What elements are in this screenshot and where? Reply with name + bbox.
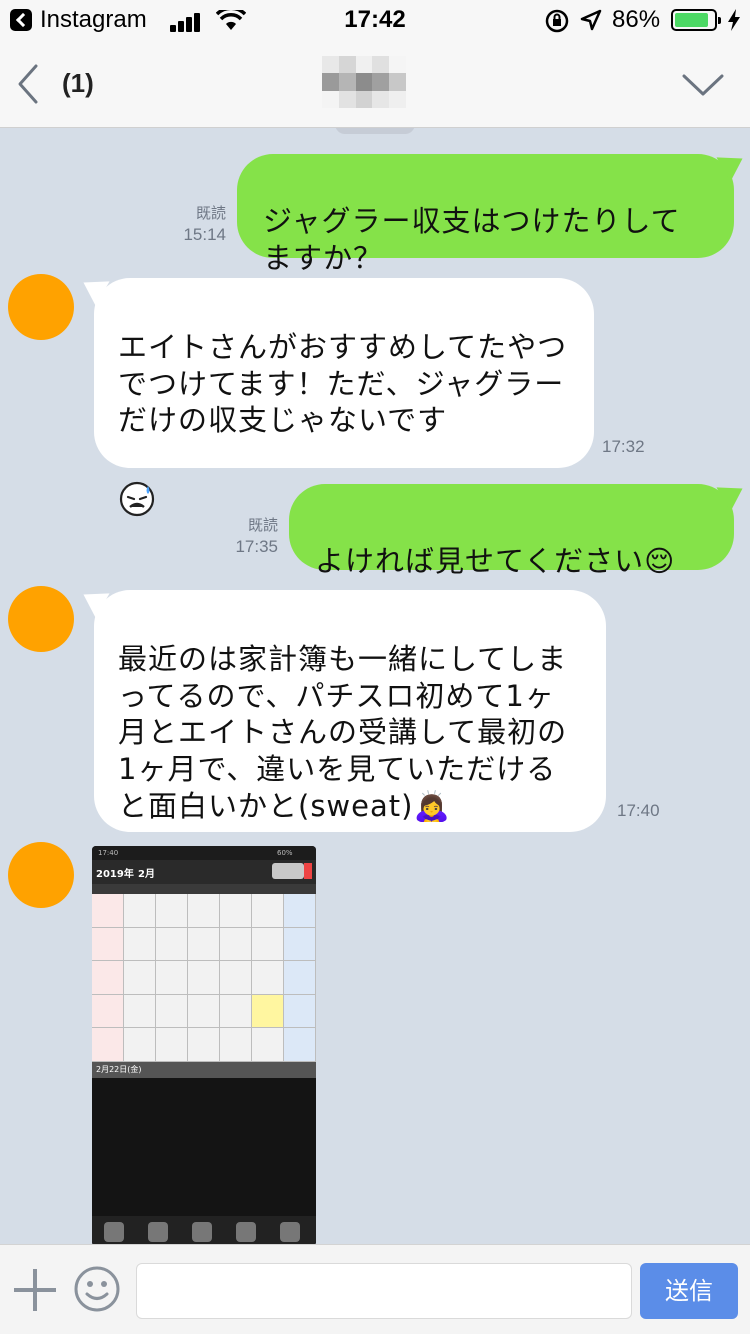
image-calendar-header: 2019年 2月	[92, 860, 316, 884]
unread-count[interactable]: (1)	[62, 68, 94, 99]
message-text: よければ見せてください😌	[315, 543, 676, 578]
image-year: 2019年	[96, 869, 134, 880]
previous-message-stub	[335, 128, 415, 134]
outgoing-message-bubble[interactable]: よければ見せてください😌	[289, 484, 734, 578]
message-text: 最近のは家計簿も一緒にしてしまってるので、パチスロ初めて1ヶ月とエイトさんの受講…	[118, 641, 568, 824]
contact-avatar[interactable]	[8, 586, 74, 652]
message-meta: 既読 15:14	[170, 204, 226, 246]
battery-percent: 86%	[612, 6, 661, 33]
send-button[interactable]: 送信	[640, 1263, 738, 1319]
contact-avatar[interactable]	[8, 274, 74, 340]
image-battery: 60%	[277, 849, 293, 857]
charging-bolt-icon	[728, 9, 740, 31]
orientation-lock-icon	[545, 9, 569, 33]
message-time: 17:40	[617, 801, 660, 820]
incoming-message-bubble[interactable]: 最近のは家計簿も一緒にしてしまってるので、パチスロ初めて1ヶ月とエイトさんの受講…	[94, 590, 606, 832]
message-meta: 既読 17:35	[222, 516, 278, 558]
back-chevron-icon[interactable]	[14, 62, 44, 106]
contact-avatar[interactable]	[8, 842, 74, 908]
image-header-marker	[304, 863, 312, 879]
message-time: 15:14	[183, 224, 226, 244]
location-arrow-icon	[580, 9, 602, 31]
read-receipt: 既読	[247, 517, 278, 534]
blurred-contact-name	[322, 56, 406, 108]
emoji-icon[interactable]	[73, 1265, 121, 1313]
message-input[interactable]	[136, 1263, 632, 1319]
status-bar: Instagram 17:42 86%	[0, 0, 750, 40]
message-time: 17:35	[235, 536, 278, 556]
image-header-button	[272, 863, 304, 879]
image-calendar-grid	[92, 884, 316, 1062]
image-status-time: 17:40	[98, 849, 119, 857]
plus-icon[interactable]	[14, 1269, 56, 1311]
image-status-bar: 17:40 60%	[92, 846, 316, 860]
image-message-screenshot[interactable]: 17:40 60% 2019年 2月 2月22日(金)	[92, 846, 316, 1244]
read-receipt: 既読	[195, 205, 226, 222]
image-bottom-dock	[92, 1216, 316, 1244]
image-selected-date-bar: 2月22日(金)	[92, 1062, 316, 1078]
message-text: ジャグラー収支はつけたりしてますか？	[263, 203, 681, 275]
message-text: エイトさんがおすすめしてたやつでつけてます！ただ、ジャグラーだけの収支じゃないで…	[118, 329, 568, 438]
message-time: 17:32	[602, 437, 645, 456]
image-month: 2月	[138, 869, 155, 880]
message-list[interactable]: 既読 15:14 ジャグラー収支はつけたりしてますか？ エイトさんがおすすめして…	[0, 128, 750, 1244]
chat-header: (1)	[0, 40, 750, 128]
incoming-message-bubble[interactable]: エイトさんがおすすめしてたやつでつけてます！ただ、ジャグラーだけの収支じゃないで…	[94, 278, 594, 517]
chevron-down-icon[interactable]	[682, 72, 724, 100]
sad-sweat-face-icon	[119, 482, 155, 517]
battery-level-fill	[675, 13, 708, 27]
image-selected-date: 2月22日(金)	[96, 1065, 142, 1074]
outgoing-message-bubble[interactable]: ジャグラー収支はつけたりしてますか？	[237, 154, 734, 275]
message-input-bar: 送信	[0, 1244, 750, 1334]
battery-icon	[671, 9, 721, 31]
